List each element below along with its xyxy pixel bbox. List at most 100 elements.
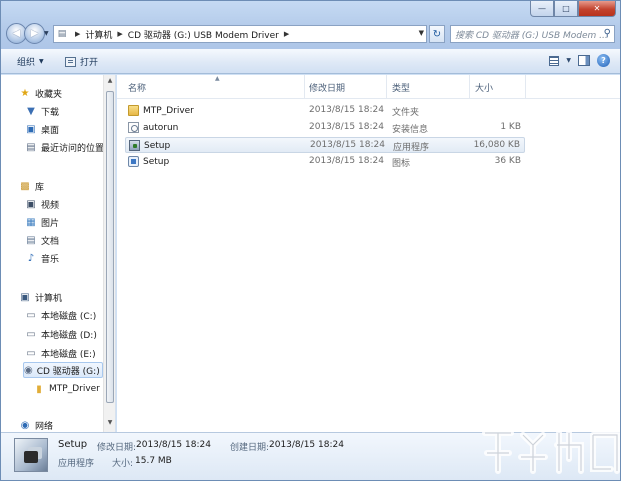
nav-drive-e-label: 本地磁盘 (E:): [41, 349, 96, 360]
forward-button[interactable]: ▶: [24, 23, 45, 44]
chevron-right-icon[interactable]: ▶: [117, 30, 122, 38]
arrow-right-icon: ▶: [30, 28, 39, 39]
hard-drive-icon: ▭: [26, 309, 36, 321]
chevron-right-icon[interactable]: ▶: [284, 30, 289, 38]
nav-videos[interactable]: ▣ 视频: [25, 196, 59, 212]
file-type: 图标: [392, 159, 411, 169]
column-divider[interactable]: [525, 75, 526, 99]
nav-recent-places[interactable]: ▤ 最近访问的位置: [25, 139, 104, 155]
nav-documents-label: 文档: [41, 236, 60, 247]
column-name[interactable]: 名称: [128, 81, 146, 94]
arrow-left-icon: ◀: [12, 28, 21, 39]
scroll-down-icon[interactable]: ▼: [105, 419, 115, 429]
file-row-selected[interactable]: Setup 2013/8/15 18:24 应用程序 16,080 KB: [125, 137, 525, 153]
nav-favorites-label: 收藏夹: [35, 89, 63, 100]
file-name: Setup: [144, 140, 171, 151]
search-icon[interactable]: ⚲: [604, 28, 611, 39]
nav-favorites[interactable]: ★ 收藏夹: [19, 85, 63, 101]
open-label: 打开: [80, 58, 99, 68]
scroll-up-icon[interactable]: ▲: [105, 77, 115, 87]
search-placeholder: 搜索 CD 驱动器 (G:) USB Modem ...: [455, 30, 608, 41]
column-size[interactable]: 大小: [475, 81, 493, 94]
column-divider[interactable]: [386, 75, 387, 99]
recent-pages-dropdown[interactable]: ▼: [44, 30, 49, 37]
change-view-button[interactable]: [549, 55, 560, 66]
document-icon: ▤: [26, 234, 36, 246]
details-file-type: 应用程序: [58, 459, 95, 469]
file-name: Setup: [143, 156, 170, 167]
column-type[interactable]: 类型: [392, 81, 410, 94]
file-size: 36 KB: [494, 156, 521, 166]
refresh-button[interactable]: ↻: [429, 25, 445, 43]
nav-libraries[interactable]: ▩ 库: [19, 178, 44, 194]
nav-scrollbar-thumb[interactable]: [106, 91, 114, 403]
file-date: 2013/8/15 18:24: [310, 140, 385, 150]
open-icon: [65, 56, 76, 67]
column-date[interactable]: 修改日期: [309, 81, 345, 94]
breadcrumb-cd-drive[interactable]: CD 驱动器 (G:) USB Modem Driver: [128, 28, 279, 41]
window-controls: — □ ✕: [530, 1, 616, 18]
details-file-name: Setup: [58, 439, 88, 450]
computer-icon: ▣: [20, 291, 30, 303]
view-options-dropdown[interactable]: ▼: [566, 57, 571, 64]
details-created-label: 创建日期:: [230, 443, 270, 453]
nav-scrollbar[interactable]: ▲ ▼: [103, 75, 115, 432]
nav-computer[interactable]: ▣ 计算机: [19, 289, 62, 305]
download-icon: ▼: [27, 105, 35, 117]
video-icon: ▣: [26, 198, 36, 210]
minimize-button[interactable]: —: [530, 1, 554, 17]
search-input[interactable]: 搜索 CD 驱动器 (G:) USB Modem ... ⚲: [450, 25, 615, 43]
details-size-label: 大小:: [112, 459, 134, 469]
details-modified-value: 2013/8/15 18:24: [136, 440, 211, 450]
details-pane: Setup 修改日期: 2013/8/15 18:24 创建日期: 2013/8…: [1, 432, 620, 480]
nav-desktop[interactable]: ▣ 桌面: [25, 121, 59, 137]
file-row[interactable]: autorun 2013/8/15 18:24 安装信息 1 KB: [125, 120, 525, 136]
close-button[interactable]: ✕: [578, 1, 616, 17]
column-divider[interactable]: [304, 75, 305, 99]
open-button[interactable]: 打开: [65, 55, 98, 68]
view-controls: ▼ ?: [549, 54, 610, 67]
preview-pane-button[interactable]: [578, 55, 590, 66]
nav-pictures[interactable]: ▦ 图片: [25, 214, 59, 230]
nav-documents[interactable]: ▤ 文档: [25, 232, 59, 248]
history-nav: ◀ ▶: [6, 23, 48, 44]
file-list-pane: ▲ 名称 修改日期 类型 大小 MTP_Driver 2013/8/15 18:…: [117, 75, 620, 432]
file-type: 文件夹: [392, 108, 420, 118]
nav-downloads[interactable]: ▼ 下载: [25, 103, 59, 119]
help-button[interactable]: ?: [597, 54, 610, 67]
folder-icon: [128, 105, 139, 116]
application-icon: [14, 438, 48, 472]
address-bar[interactable]: ▤ ▶ 计算机 ▶ CD 驱动器 (G:) USB Modem Driver ▶…: [53, 25, 427, 43]
nav-music[interactable]: ♪ 音乐: [25, 250, 59, 266]
view-grid-icon: [549, 55, 560, 66]
file-size: 1 KB: [500, 122, 521, 132]
column-headers: ▲ 名称 修改日期 类型 大小: [117, 75, 620, 99]
nav-libraries-label: 库: [35, 182, 45, 193]
navigation-pane: ★ 收藏夹 ▼ 下载 ▣ 桌面 ▤ 最近访问的位置 ▩ 库 ▣ 视频 ▦ 图片 …: [1, 75, 116, 432]
nav-network[interactable]: ◉ 网络: [19, 417, 53, 432]
network-icon: ◉: [20, 419, 30, 431]
address-dropdown-icon[interactable]: ▼: [419, 29, 424, 37]
chevron-right-icon[interactable]: ▶: [75, 30, 80, 38]
file-name: MTP_Driver: [143, 105, 194, 116]
nav-computer-label: 计算机: [35, 293, 63, 304]
nav-cd-drive-label: CD 驱动器 (G:) U: [36, 366, 103, 377]
maximize-button[interactable]: □: [554, 1, 578, 17]
explorer-window: — □ ✕ ◀ ▶ ▼ ▤ ▶ 计算机 ▶ CD 驱动器 (G:) USB Mo…: [0, 0, 621, 481]
hard-drive-icon: ▭: [26, 328, 36, 340]
nav-cd-drive[interactable]: ◉ CD 驱动器 (G:) U: [23, 362, 103, 378]
column-divider[interactable]: [469, 75, 470, 99]
breadcrumb-computer[interactable]: 计算机: [85, 28, 112, 41]
nav-network-label: 网络: [35, 421, 54, 432]
file-row[interactable]: MTP_Driver 2013/8/15 18:24 文件夹: [125, 103, 525, 119]
file-date: 2013/8/15 18:24: [309, 105, 384, 115]
folder-icon: ▮: [36, 383, 42, 395]
music-icon: ♪: [27, 252, 35, 264]
nav-drive-d[interactable]: ▭ 本地磁盘 (D:): [25, 326, 97, 342]
organize-label: 组织: [17, 58, 36, 68]
nav-drive-c[interactable]: ▭ 本地磁盘 (C:): [25, 307, 96, 323]
organize-menu[interactable]: 组织 ▼: [17, 55, 44, 68]
file-row[interactable]: Setup 2013/8/15 18:24 图标 36 KB: [125, 154, 525, 170]
nav-mtp-driver[interactable]: ▮ MTP_Driver: [33, 381, 100, 397]
nav-drive-e[interactable]: ▭ 本地磁盘 (E:): [25, 345, 96, 361]
